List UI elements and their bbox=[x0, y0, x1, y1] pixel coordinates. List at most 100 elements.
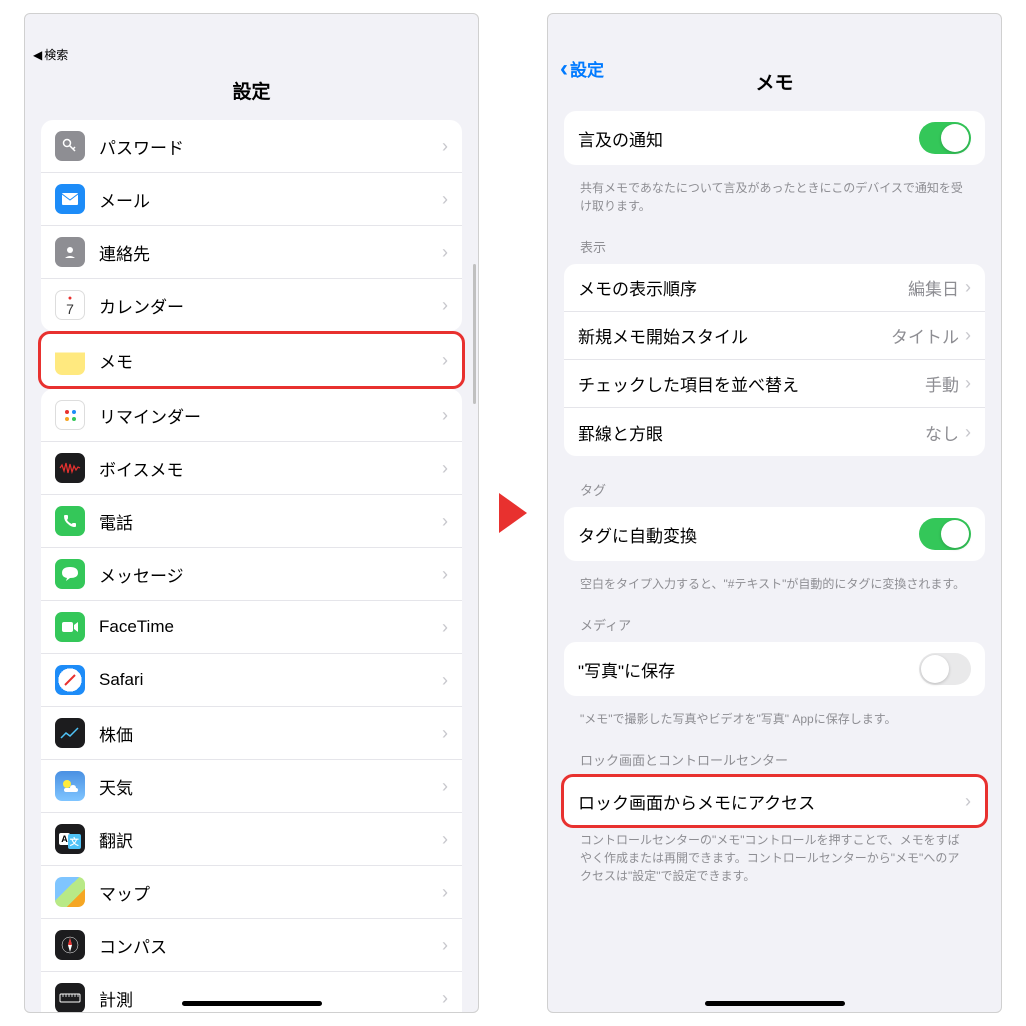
section-footer: 空白をタイプ入力すると、"#テキスト"が自動的にタグに変換されます。 bbox=[564, 569, 985, 609]
row-label: ロック画面からメモにアクセス bbox=[578, 789, 965, 814]
chevron-right-icon: › bbox=[442, 829, 448, 850]
chevron-right-icon: › bbox=[442, 617, 448, 638]
facetime-icon bbox=[55, 612, 85, 642]
row-voicememo[interactable]: ボイスメモ› bbox=[41, 442, 462, 495]
row-contacts[interactable]: 連絡先› bbox=[41, 226, 462, 279]
weather-icon bbox=[55, 771, 85, 801]
calendar-icon: ●7 bbox=[55, 290, 85, 320]
row-phone[interactable]: 電話› bbox=[41, 495, 462, 548]
chevron-right-icon: › bbox=[442, 189, 448, 210]
row-label: 電話 bbox=[99, 509, 442, 534]
section-footer: 共有メモであなたについて言及があったときにこのデバイスで通知を受け取ります。 bbox=[564, 173, 985, 231]
reminders-icon bbox=[55, 400, 85, 430]
notes-icon bbox=[55, 345, 85, 375]
chevron-right-icon: › bbox=[442, 242, 448, 263]
row-label: ボイスメモ bbox=[99, 456, 442, 481]
settings-screen: ◀ 検索 設定 パスワード› メール› 連絡先› ●7カレンダー› メモ› リマ… bbox=[24, 13, 479, 1013]
messages-icon bbox=[55, 559, 85, 589]
contacts-icon bbox=[55, 237, 85, 267]
chevron-right-icon: › bbox=[442, 350, 448, 371]
page-title: メモ bbox=[755, 73, 793, 94]
chevron-left-icon: ‹ bbox=[560, 57, 568, 81]
section-header-lock: ロック画面とコントロールセンター bbox=[564, 744, 985, 777]
breadcrumb-back[interactable]: ◀ 検索 bbox=[25, 44, 478, 65]
row-safari[interactable]: Safari› bbox=[41, 654, 462, 707]
toggle-mention[interactable] bbox=[919, 122, 971, 154]
row-checked-sort[interactable]: チェックした項目を並べ替え手動 › bbox=[564, 360, 985, 408]
chevron-right-icon: › bbox=[442, 723, 448, 744]
section-footer: "メモ"で撮影した写真やビデオを"写真" Appに保存します。 bbox=[564, 704, 985, 744]
row-label: Safari bbox=[99, 670, 442, 690]
toggle-knob bbox=[941, 124, 969, 152]
row-value: 手動 bbox=[925, 371, 959, 396]
row-translate[interactable]: A文翻訳› bbox=[41, 813, 462, 866]
row-value: 編集日 bbox=[908, 275, 959, 300]
page-header: ‹設定 メモ bbox=[548, 44, 1001, 111]
row-label: 計測 bbox=[99, 986, 442, 1011]
back-button[interactable]: ‹設定 bbox=[560, 56, 604, 81]
settings-list: パスワード› メール› 連絡先› ●7カレンダー› メモ› リマインダー› ボイ… bbox=[25, 120, 478, 1012]
measure-icon bbox=[55, 983, 85, 1012]
chevron-right-icon: › bbox=[442, 136, 448, 157]
row-compass[interactable]: コンパス› bbox=[41, 919, 462, 972]
scroll-indicator bbox=[473, 264, 476, 404]
notes-settings-list: 言及の通知 共有メモであなたについて言及があったときにこのデバイスで通知を受け取… bbox=[548, 111, 1001, 1012]
back-label: 設定 bbox=[570, 56, 604, 81]
home-indicator bbox=[182, 1001, 322, 1006]
row-save-photos[interactable]: "写真"に保存 bbox=[564, 642, 985, 696]
row-mail[interactable]: メール› bbox=[41, 173, 462, 226]
chevron-right-icon: › bbox=[965, 277, 971, 298]
section-footer: コントロールセンターの"メモ"コントロールを押すことで、メモをすばやく作成または… bbox=[564, 825, 985, 901]
chevron-right-icon: › bbox=[442, 405, 448, 426]
chevron-right-icon: › bbox=[965, 791, 971, 812]
chevron-right-icon: › bbox=[442, 988, 448, 1009]
notes-settings-screen: ‹設定 メモ 言及の通知 共有メモであなたについて言及があったときにこのデバイス… bbox=[547, 13, 1002, 1013]
row-facetime[interactable]: FaceTime› bbox=[41, 601, 462, 654]
row-new-note-style[interactable]: 新規メモ開始スタイルタイトル› bbox=[564, 312, 985, 360]
back-triangle-icon: ◀ bbox=[33, 48, 42, 62]
arrow-right-icon bbox=[499, 493, 527, 533]
row-label: メッセージ bbox=[99, 562, 442, 587]
row-label: チェックした項目を並べ替え bbox=[578, 371, 925, 396]
row-stocks[interactable]: 株価› bbox=[41, 707, 462, 760]
row-calendar[interactable]: ●7カレンダー› bbox=[41, 279, 462, 331]
row-measure[interactable]: 計測› bbox=[41, 972, 462, 1012]
row-label: マップ bbox=[99, 880, 442, 905]
row-maps[interactable]: マップ› bbox=[41, 866, 462, 919]
row-label: メモの表示順序 bbox=[578, 275, 908, 300]
page-title: 設定 bbox=[25, 65, 478, 120]
row-label: 連絡先 bbox=[99, 240, 442, 265]
toggle-knob bbox=[941, 520, 969, 548]
chevron-right-icon: › bbox=[965, 422, 971, 443]
chevron-right-icon: › bbox=[442, 935, 448, 956]
row-sort-order[interactable]: メモの表示順序編集日 › bbox=[564, 264, 985, 312]
phone-icon bbox=[55, 506, 85, 536]
row-notes[interactable]: メモ› bbox=[41, 334, 462, 386]
row-weather[interactable]: 天気› bbox=[41, 760, 462, 813]
row-label: 株価 bbox=[99, 721, 442, 746]
section-header-display: 表示 bbox=[564, 231, 985, 264]
row-messages[interactable]: メッセージ› bbox=[41, 548, 462, 601]
row-value: タイトル bbox=[891, 323, 959, 348]
row-lines-grids[interactable]: 罫線と方眼なし› bbox=[564, 408, 985, 456]
toggle-auto-tag[interactable] bbox=[919, 518, 971, 550]
row-auto-tag[interactable]: タグに自動変換 bbox=[564, 507, 985, 561]
maps-icon bbox=[55, 877, 85, 907]
chevron-right-icon: › bbox=[442, 776, 448, 797]
row-reminders[interactable]: リマインダー› bbox=[41, 389, 462, 442]
chevron-right-icon: › bbox=[442, 511, 448, 532]
row-label: メモ bbox=[99, 348, 442, 373]
row-label: リマインダー bbox=[99, 403, 442, 428]
row-mention-notify[interactable]: 言及の通知 bbox=[564, 111, 985, 165]
key-icon bbox=[55, 131, 85, 161]
home-indicator bbox=[705, 1001, 845, 1006]
row-password[interactable]: パスワード› bbox=[41, 120, 462, 173]
row-lock-screen-access[interactable]: ロック画面からメモにアクセス› bbox=[564, 777, 985, 825]
chevron-right-icon: › bbox=[442, 295, 448, 316]
chevron-right-icon: › bbox=[442, 458, 448, 479]
toggle-save-photos[interactable] bbox=[919, 653, 971, 685]
translate-icon: A文 bbox=[55, 824, 85, 854]
chevron-right-icon: › bbox=[965, 373, 971, 394]
row-label: パスワード bbox=[99, 134, 442, 159]
highlight-lock-access: ロック画面からメモにアクセス› bbox=[561, 774, 988, 828]
